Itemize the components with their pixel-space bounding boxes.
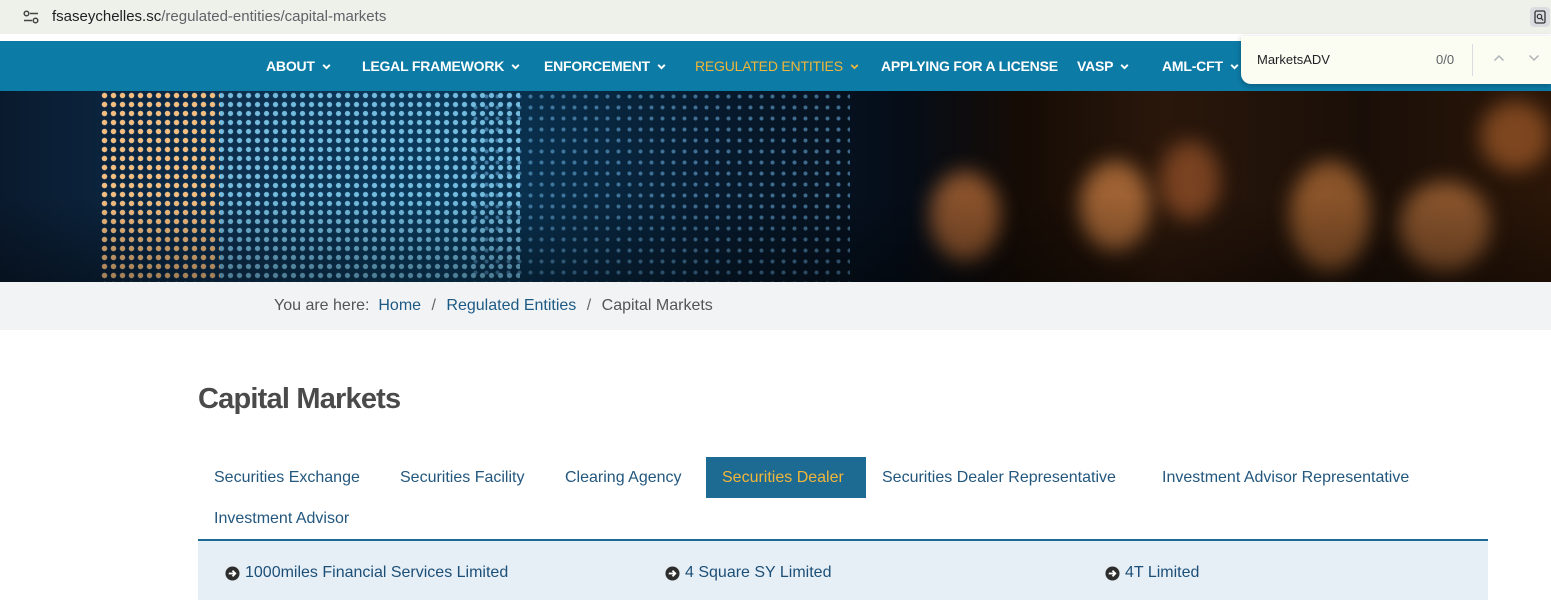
tab-clearing-agency[interactable]: Clearing Agency xyxy=(549,457,698,498)
page-search-icon[interactable] xyxy=(1530,7,1550,27)
nav-item-legal-framework[interactable]: LEGAL FRAMEWORK xyxy=(362,41,521,91)
hero-shade xyxy=(0,91,1551,282)
entity-name: 4 Square SY Limited xyxy=(685,564,832,581)
tab-securities-facility[interactable]: Securities Facility xyxy=(384,457,540,498)
address-bar: fsaseychelles.sc/regulated-entities/capi… xyxy=(0,0,1551,34)
entity-link-4-square-sy[interactable]: 4 Square SY Limited xyxy=(665,564,831,582)
breadcrumb-prefix: You are here: xyxy=(274,297,370,314)
breadcrumb-separator: / xyxy=(586,297,592,314)
arrow-circle-right-icon xyxy=(225,565,240,581)
chevron-down-icon xyxy=(1120,63,1129,70)
chevron-down-icon xyxy=(657,63,666,70)
tune-icon[interactable] xyxy=(20,7,42,27)
breadcrumb-home[interactable]: Home xyxy=(378,297,421,314)
tab-securities-dealer-representative[interactable]: Securities Dealer Representative xyxy=(866,457,1132,498)
nav-item-vasp[interactable]: VASP xyxy=(1077,41,1130,91)
nav-item-aml-cft[interactable]: AML-CFT xyxy=(1162,41,1240,91)
chevron-down-icon xyxy=(1230,63,1239,70)
breadcrumb-regulated-entities[interactable]: Regulated Entities xyxy=(446,297,576,314)
tab-investment-advisor-representative[interactable]: Investment Advisor Representative xyxy=(1146,457,1425,498)
breadcrumb-current: Capital Markets xyxy=(601,297,713,314)
breadcrumb-strip xyxy=(0,282,1551,330)
chevron-down-icon xyxy=(850,63,859,69)
nav-item-label: APPLYING FOR A LICENSE xyxy=(881,58,1058,74)
arrow-circle-right-icon xyxy=(1105,565,1120,581)
breadcrumb-separator: / xyxy=(431,297,436,314)
chevron-up-icon[interactable] xyxy=(1491,50,1507,66)
find-input[interactable]: MarketsADV xyxy=(1257,52,1330,67)
nav-item-label: REGULATED ENTITIES xyxy=(695,58,843,74)
nav-item-regulated-entities[interactable]: REGULATED ENTITIES xyxy=(695,41,860,91)
url-host: fsaseychelles.sc xyxy=(52,8,162,25)
page-title: Capital Markets xyxy=(198,383,401,415)
nav-item-enforcement[interactable]: ENFORCEMENT xyxy=(544,41,667,91)
url-field[interactable]: fsaseychelles.sc/regulated-entities/capi… xyxy=(52,8,386,25)
tab-investment-advisor[interactable]: Investment Advisor xyxy=(198,498,365,539)
url-path: /regulated-entities/capital-markets xyxy=(161,8,387,25)
nav-item-about[interactable]: ABOUT xyxy=(266,41,332,91)
tab-securities-dealer[interactable]: Securities Dealer xyxy=(706,457,866,498)
entity-name: 1000miles Financial Services Limited xyxy=(245,564,509,581)
chevron-down-icon xyxy=(511,63,520,70)
nav-item-label: ENFORCEMENT xyxy=(544,58,650,74)
hero-banner xyxy=(0,91,1551,282)
nav-item-applying-for-a-license[interactable]: APPLYING FOR A LICENSE xyxy=(881,41,1058,91)
nav-item-label: VASP xyxy=(1077,58,1114,74)
nav-item-label: LEGAL FRAMEWORK xyxy=(362,58,505,74)
arrow-circle-right-icon xyxy=(665,565,680,581)
chevron-down-icon[interactable] xyxy=(1526,50,1542,66)
tab-securities-exchange[interactable]: Securities Exchange xyxy=(198,457,376,498)
entity-name: 4T Limited xyxy=(1125,564,1200,581)
chevron-down-icon xyxy=(322,63,331,70)
breadcrumb: You are here: Home / Regulated Entities … xyxy=(274,297,713,315)
nav-item-label: ABOUT xyxy=(266,58,315,74)
nav-item-label: AML-CFT xyxy=(1162,58,1223,74)
entity-link-1000miles[interactable]: 1000miles Financial Services Limited xyxy=(225,564,508,582)
find-divider xyxy=(1472,44,1473,76)
entity-link-4t[interactable]: 4T Limited xyxy=(1105,564,1199,582)
find-match-count: 0/0 xyxy=(1436,52,1455,67)
